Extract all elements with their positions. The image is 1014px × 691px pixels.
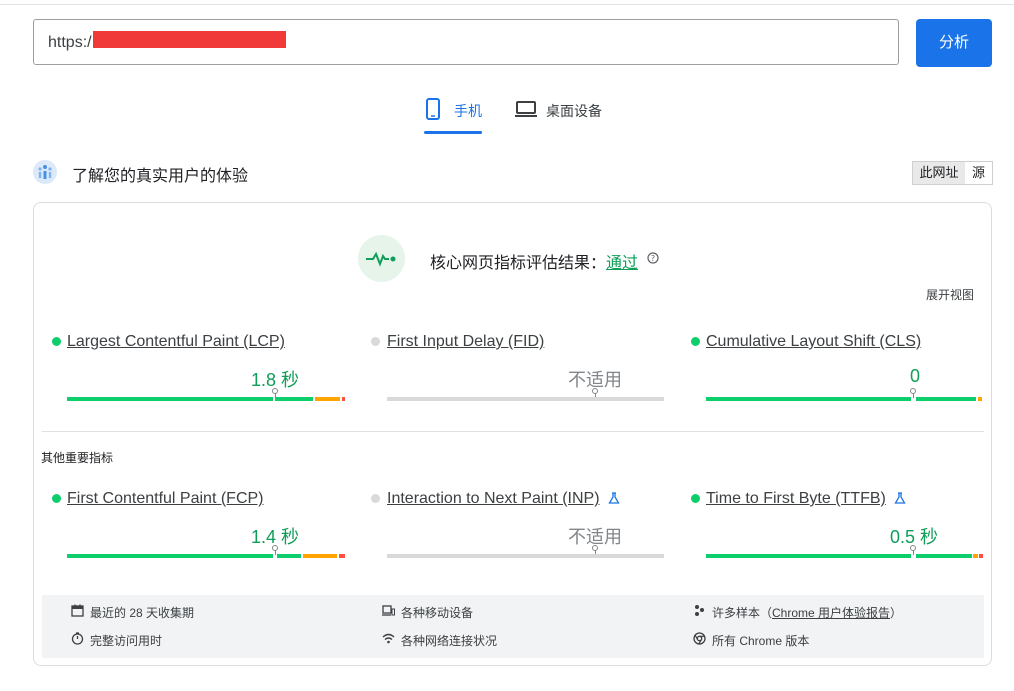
cwv-label: 核心网页指标评估结果： <box>430 255 607 272</box>
visit-duration: 完整访问用时 <box>90 634 163 648</box>
sample-source: 许多样本（Chrome 用户体验报告） <box>712 604 902 621</box>
fcp-title[interactable]: First Contentful Paint (FCP) <box>67 490 264 508</box>
crux-report-link[interactable]: Chrome 用户体验报告 <box>772 606 890 620</box>
fcp-marker-stem <box>275 550 276 555</box>
this-url-toggle[interactable]: 此网址 <box>912 161 966 185</box>
device-types: 各种移动设备 <box>401 606 474 620</box>
tab-active-indicator <box>424 131 482 134</box>
calendar-icon <box>71 604 84 617</box>
svg-text:?: ? <box>651 254 655 263</box>
chrome-icon <box>693 632 706 645</box>
phone-icon <box>426 98 440 120</box>
people-icon <box>33 160 57 184</box>
users-sample-icon <box>695 605 704 616</box>
metrics-divider <box>42 431 984 432</box>
ttfb-value: 0.5 秒 <box>889 527 938 547</box>
timer-icon <box>71 632 84 645</box>
pulse-icon <box>366 251 396 267</box>
flask-icon <box>894 492 906 504</box>
lcp-status-dot <box>52 337 61 346</box>
lcp-bar-needs-improvement <box>315 397 340 401</box>
ttfb-bar-good-2 <box>916 554 972 558</box>
lcp-bar-good <box>67 397 273 401</box>
ttfb-status-dot <box>691 494 700 503</box>
ttfb-bar-needs-improvement <box>973 554 978 558</box>
tab-mobile[interactable]: 手机 <box>424 98 482 134</box>
chrome-versions: 所有 Chrome 版本 <box>712 634 810 648</box>
network-conditions: 各种网络连接状况 <box>401 634 498 648</box>
cls-status-dot <box>691 337 700 346</box>
expand-view-link[interactable]: 展开视图 <box>926 286 974 303</box>
inp-title[interactable]: Interaction to Next Paint (INP) <box>387 490 600 508</box>
lcp-value: 1.8 秒 <box>250 370 299 390</box>
sample-prefix: 许多样本（ <box>712 606 773 620</box>
wifi-icon <box>382 633 395 644</box>
cls-bar-good <box>706 397 911 401</box>
cwv-result-link[interactable]: 通过 <box>606 255 638 272</box>
tab-mobile-label: 手机 <box>454 103 482 119</box>
fcp-bar-good-2 <box>277 554 301 558</box>
cls-bar-needs-improvement <box>978 397 982 401</box>
cls-bar-good-2 <box>916 397 976 401</box>
flask-icon <box>608 492 620 504</box>
fcp-bar-poor <box>339 554 345 558</box>
fcp-status-dot <box>52 494 61 503</box>
url-text[interactable]: https:/ <box>48 34 92 52</box>
analyze-button[interactable]: 分析 <box>916 19 992 67</box>
ttfb-title[interactable]: Time to First Byte (TTFB) <box>706 490 886 508</box>
lcp-bar-poor <box>342 397 345 401</box>
fcp-bar-needs-improvement <box>303 554 337 558</box>
ttfb-bar-poor <box>979 554 983 558</box>
cwv-assessment: 核心网页指标评估结果：通过 <box>430 249 638 273</box>
fcp-bar-good <box>67 554 273 558</box>
top-divider <box>0 4 1014 5</box>
lcp-title[interactable]: Largest Contentful Paint (LCP) <box>67 333 285 351</box>
inp-status-dot <box>371 494 380 503</box>
inp-value: 不适用 <box>568 527 622 547</box>
inp-bar-na <box>387 554 664 558</box>
ttfb-marker-stem <box>913 550 914 555</box>
other-metrics-label: 其他重要指标 <box>41 451 114 465</box>
lcp-bar-good-2 <box>275 397 313 401</box>
help-icon[interactable]: ? <box>647 252 659 264</box>
fid-value: 不适用 <box>568 370 622 390</box>
devices-icon <box>382 605 395 616</box>
fid-title[interactable]: First Input Delay (FID) <box>387 333 544 351</box>
url-redaction <box>93 31 286 48</box>
cls-marker-stem <box>913 393 914 398</box>
sample-suffix: ） <box>890 606 903 620</box>
origin-toggle[interactable]: 源 <box>965 161 993 185</box>
cwv-status-badge <box>358 235 405 282</box>
cls-value: 0 <box>909 366 920 386</box>
cls-title[interactable]: Cumulative Layout Shift (CLS) <box>706 333 921 351</box>
fid-bar-na <box>387 397 664 401</box>
section-title: 了解您的真实用户的体验 <box>72 168 249 185</box>
collection-period: 最近的 28 天收集期 <box>90 606 195 620</box>
tab-desktop-label: 桌面设备 <box>546 103 602 119</box>
fcp-value: 1.4 秒 <box>250 527 299 547</box>
tab-desktop[interactable]: 桌面设备 <box>514 98 614 134</box>
ttfb-bar-good <box>706 554 911 558</box>
laptop-icon <box>515 101 537 117</box>
fid-status-dot <box>371 337 380 346</box>
